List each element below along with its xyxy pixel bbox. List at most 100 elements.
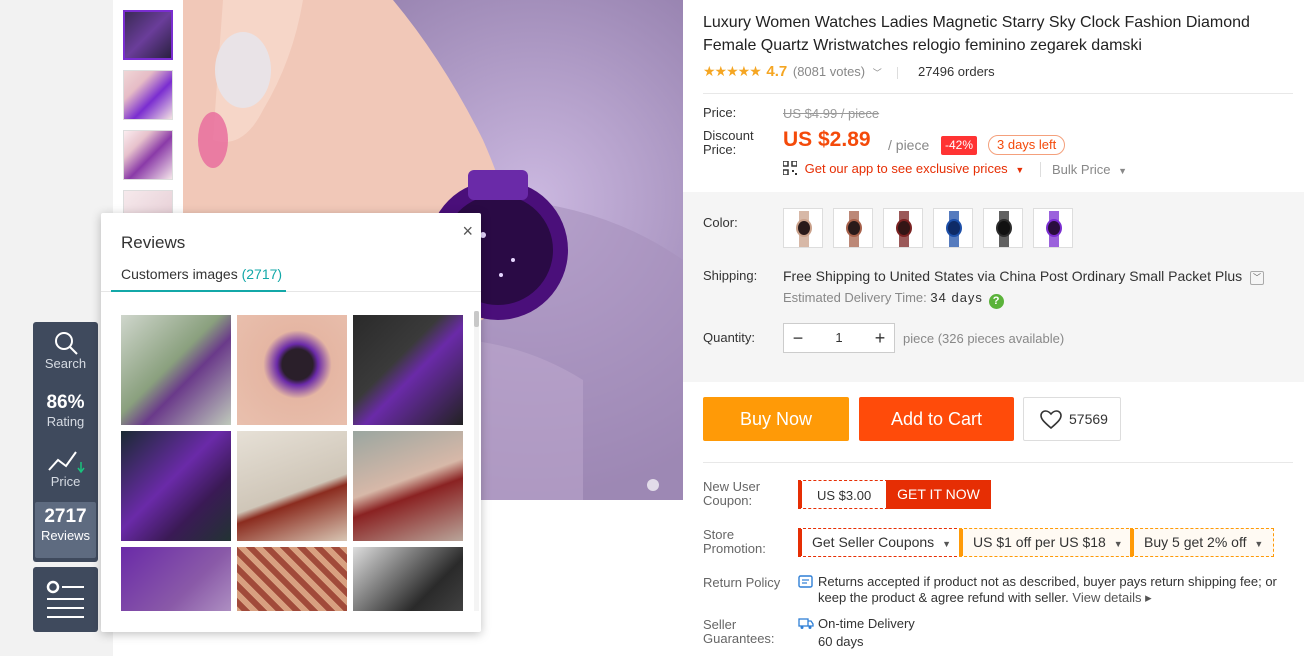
customer-image[interactable] [237,547,347,611]
color-swatch[interactable] [983,208,1023,248]
thumbnail-3[interactable] [123,130,173,180]
chevron-down-icon: ▼ [942,539,951,549]
customer-image[interactable] [237,431,347,541]
color-swatch[interactable] [1033,208,1073,248]
increase-quantity-button[interactable]: + [868,328,892,348]
price-tool-button[interactable]: Price [33,448,98,496]
customer-images-grid [121,315,466,611]
delivery-label: Estimated Delivery Time: [783,290,927,305]
price-trend-icon [47,451,85,474]
tab-count: (2717) [241,266,283,282]
customer-image[interactable] [121,431,231,541]
search-tool-label: Search [44,356,87,371]
delivery-estimate: Estimated Delivery Time: 34 days ? [783,290,1004,309]
swatch-watch-face [796,219,812,237]
settings-button[interactable] [33,567,98,632]
guarantee-days: 60 days [818,634,864,649]
rating-tool-label: Rating [46,414,85,429]
swatch-watch-face [896,219,912,237]
popup-scrollbar[interactable] [474,311,479,611]
buy-now-button[interactable]: Buy Now [703,397,849,441]
divider [897,66,899,79]
shipping-label: Shipping: [703,268,758,283]
color-swatch[interactable] [783,208,823,248]
app-price-text: Get our app to see exclusive prices [804,161,1008,176]
shipping-text: Free Shipping to United States via China… [783,268,1243,284]
orders-count: 27496 orders [918,64,995,79]
seller-guarantees-label-line2: Guarantees: [703,631,775,646]
rating-row: ★★★★★ 4.7 (8081 votes) ﹀ 27496 orders [703,62,995,80]
delivery-days: 34 days [930,290,983,305]
qr-code-icon [782,160,798,176]
tab-customers-images[interactable]: Customers images (2717) [121,266,282,282]
color-label: Color: [703,215,738,230]
swatch-watch-face [1046,219,1062,237]
decrease-quantity-button[interactable]: − [786,328,810,348]
promotion-1-label: US $1 off per US $18 [973,534,1106,550]
discount-badge: -42% [941,136,978,155]
chevron-down-icon[interactable]: ﹀ [1250,271,1264,285]
chevron-down-icon: ▼ [1254,539,1264,549]
bulk-price-dropdown[interactable]: Bulk Price ▼ [1040,162,1127,177]
promotion-dropdown-1[interactable]: US $1 off per US $18 ▼ [959,528,1134,557]
guarantee-on-time-delivery: On-time Delivery [818,616,915,631]
wishlist-button[interactable]: 57569 [1023,397,1121,441]
rating-value: 4.7 [766,63,788,80]
customer-image[interactable] [237,315,347,425]
customer-image[interactable] [353,547,463,611]
shipping-method[interactable]: Free Shipping to United States via China… [783,268,1264,285]
divider [703,93,1293,94]
return-policy-icon [798,575,813,588]
quantity-stepper: − 1 + [783,323,895,353]
reviews-tool-label: Reviews [40,528,91,543]
swatch-watch-face [946,219,962,237]
search-tool-button[interactable]: Search [33,330,98,380]
divider [703,462,1293,463]
discount-price-label-line2: Price: [703,142,737,157]
promotion-2-label: Buy 5 get 2% off [1144,534,1247,550]
new-user-coupon-label-line1: New User [703,479,761,494]
rating-tool-button[interactable]: 86% Rating [33,392,98,438]
customer-image[interactable] [121,315,231,425]
return-policy-description: Returns accepted if product not as descr… [818,574,1277,605]
reviews-popup-title: Reviews [121,233,186,252]
thumbnail-2[interactable] [123,70,173,120]
get-it-now-button[interactable]: GET IT NOW [886,480,991,509]
color-swatch[interactable] [883,208,923,248]
seller-guarantees-label-line1: Seller [703,617,737,632]
quantity-available: piece (326 pieces available) [903,331,1065,346]
color-swatch[interactable] [833,208,873,248]
customer-image[interactable] [353,315,463,425]
votes-link[interactable]: (8081 votes) [793,64,865,79]
thumbnail-1[interactable] [123,10,173,60]
wishlist-count: 57569 [1069,411,1108,427]
app-price-link[interactable]: Get our app to see exclusive prices ▼ [782,160,1024,176]
scrollbar-thumb[interactable] [474,311,479,327]
store-promotion-label-line1: Store [703,527,735,542]
search-icon [54,332,78,355]
reviews-popup: Reviews × Customers images (2717) [101,213,481,632]
customer-image[interactable] [353,431,463,541]
quantity-input[interactable]: 1 [814,330,864,345]
rating-percentage: 86% [46,392,85,413]
return-policy-label: Return Policy [703,575,781,590]
chevron-down-icon[interactable]: ﹀ [873,68,882,78]
help-icon[interactable]: ? [988,294,1004,309]
view-details-link[interactable]: View details ▸ [1072,590,1151,605]
price-tool-label: Price [50,474,81,489]
price-label: Price: [703,105,737,120]
color-swatch[interactable] [933,208,973,248]
promotion-dropdown-2[interactable]: Buy 5 get 2% off ▼ [1130,528,1275,557]
store-promotion-label-line2: Promotion: [703,541,766,556]
close-icon[interactable]: × [462,221,473,242]
swatch-watch-face [846,219,862,237]
customer-image[interactable] [121,547,231,611]
product-title: Luxury Women Watches Ladies Magnetic Sta… [703,14,1250,54]
discount-price-label-line1: Discount [703,128,754,143]
new-user-coupon-label-line2: Coupon: [703,493,753,508]
per-piece-unit: / piece [888,137,930,153]
reviews-tool-button[interactable]: 2717 Reviews [35,502,96,558]
view-details-label[interactable]: View details [1072,590,1141,605]
seller-coupons-dropdown[interactable]: Get Seller Coupons ▼ [798,528,962,557]
add-to-cart-button[interactable]: Add to Cart [859,397,1014,441]
